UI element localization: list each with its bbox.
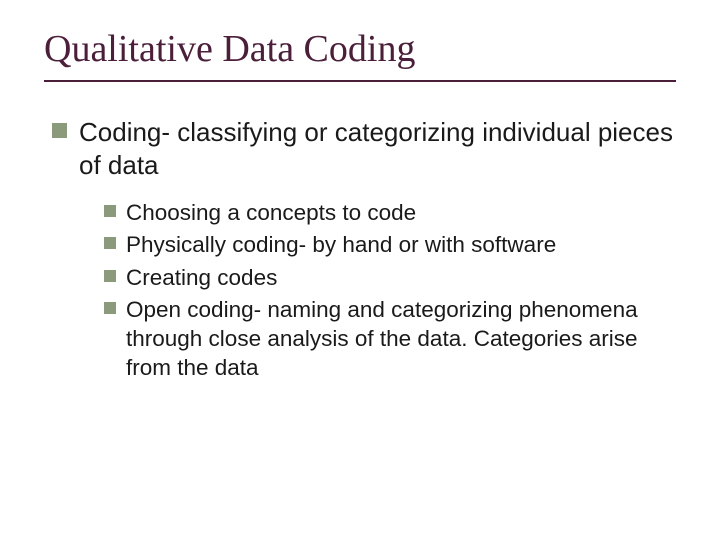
title-underline xyxy=(44,80,676,82)
square-bullet-icon xyxy=(52,123,67,138)
bullet-text: Physically coding- by hand or with softw… xyxy=(126,230,556,259)
square-bullet-icon xyxy=(104,237,116,249)
square-bullet-icon xyxy=(104,302,116,314)
bullet-text: Open coding- naming and categorizing phe… xyxy=(126,295,676,383)
sub-bullet-group: Choosing a concepts to code Physically c… xyxy=(52,196,676,383)
square-bullet-icon xyxy=(104,270,116,282)
bullet-text: Coding- classifying or categorizing indi… xyxy=(79,116,676,183)
bullet-level2: Creating codes xyxy=(104,263,676,292)
bullet-level2: Open coding- naming and categorizing phe… xyxy=(104,295,676,383)
bullet-level2: Physically coding- by hand or with softw… xyxy=(104,230,676,259)
square-bullet-icon xyxy=(104,205,116,217)
bullet-level1: Coding- classifying or categorizing indi… xyxy=(52,116,676,183)
bullet-text: Creating codes xyxy=(126,263,277,292)
bullet-text: Choosing a concepts to code xyxy=(126,198,416,227)
bullet-level2: Choosing a concepts to code xyxy=(104,198,676,227)
slide-title: Qualitative Data Coding xyxy=(44,28,676,72)
slide-body: Coding- classifying or categorizing indi… xyxy=(44,116,676,383)
slide: Qualitative Data Coding Coding- classify… xyxy=(0,0,720,540)
